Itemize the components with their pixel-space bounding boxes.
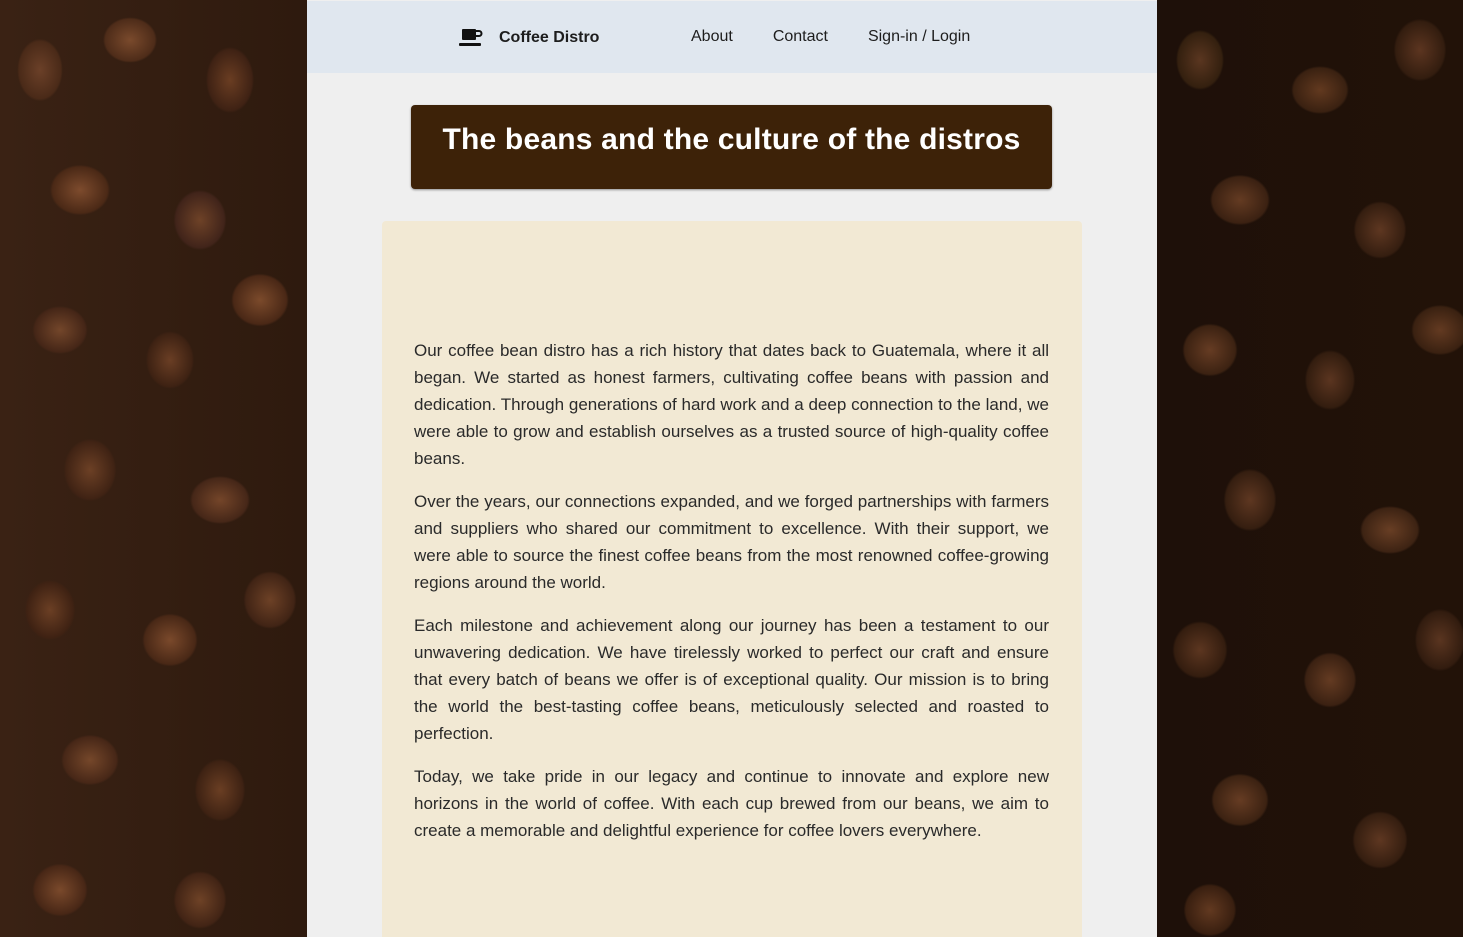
page-container: Coffee Distro About Contact Sign-in / Lo… <box>307 0 1157 937</box>
paragraph-today: Today, we take pride in our legacy and c… <box>414 767 1049 840</box>
coffee-cup-icon <box>459 28 483 48</box>
nav-link-sign-in[interactable]: Sign-in / Login <box>868 28 970 46</box>
nav-link-about[interactable]: About <box>691 28 733 46</box>
navbar: Coffee Distro About Contact Sign-in / Lo… <box>307 1 1157 73</box>
content-card: Our coffee bean distro has a rich histor… <box>382 221 1082 937</box>
brand-name: Coffee Distro <box>499 29 600 46</box>
brand[interactable]: Coffee Distro <box>459 25 599 51</box>
page-title: The beans and the culture of the distros <box>442 123 1021 156</box>
nav-links: About Contact Sign-in / Login <box>691 28 970 46</box>
paragraph-partnerships: Over the years, our connections expanded… <box>414 492 1049 592</box>
hero-banner: The beans and the culture of the distros <box>411 105 1052 189</box>
paragraph-milestones: Each milestone and achievement along our… <box>414 616 1049 743</box>
nav-link-contact[interactable]: Contact <box>773 28 828 46</box>
paragraph-history: Our coffee bean distro has a rich histor… <box>414 341 1049 468</box>
content-body: Our coffee bean distro has a rich histor… <box>414 337 1049 860</box>
